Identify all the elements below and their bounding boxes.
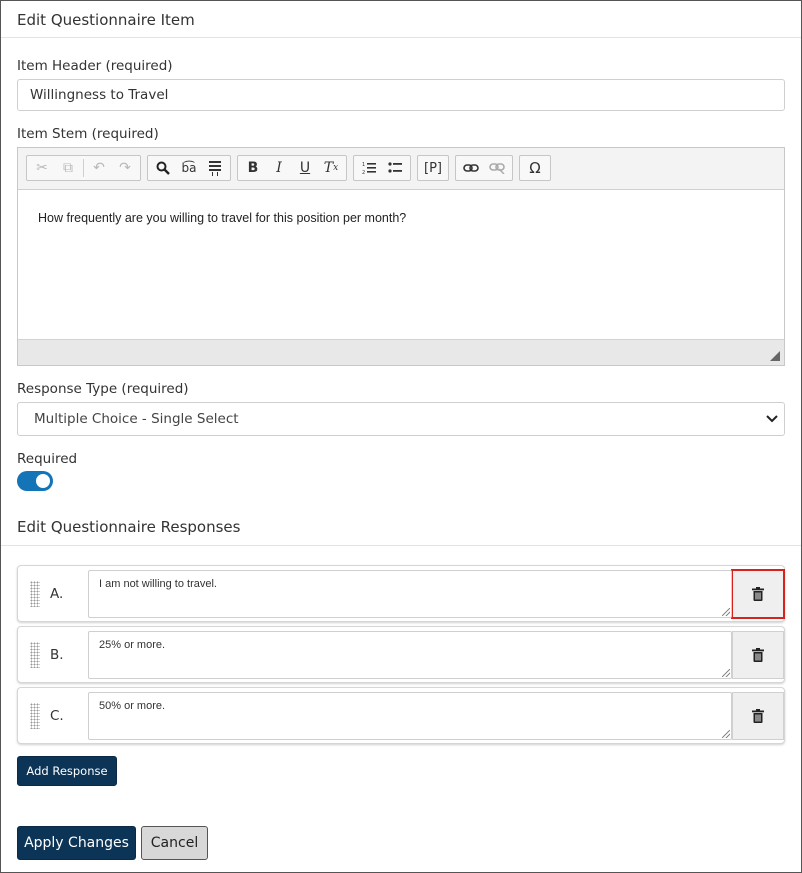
response-type-label: Response Type (required) (17, 381, 189, 397)
response-row: B. 25% or more. (17, 626, 785, 683)
responses-list: A. I am not willing to travel. B. 25% or… (1, 546, 801, 860)
response-row: C. 50% or more. (17, 687, 785, 744)
item-stem-label: Item Stem (required) (17, 126, 159, 142)
textarea-resize-icon[interactable] (722, 729, 730, 738)
link-icon[interactable] (458, 157, 484, 179)
chevron-down-icon (766, 411, 778, 427)
apply-changes-button[interactable]: Apply Changes (17, 826, 136, 860)
remove-format-icon[interactable]: Tx (318, 157, 344, 179)
response-text: 25% or more. (99, 638, 166, 651)
link-group (455, 155, 513, 181)
select-all-icon[interactable] (202, 157, 228, 179)
trash-icon (752, 586, 764, 601)
item-stem-editor: ✂ ⧉ ↶ ↷ b͡a B I U T x 1 2 [P] Ω How freq… (17, 147, 785, 366)
trash-icon (752, 647, 764, 662)
response-letter: A. (50, 585, 64, 602)
clipboard-group: ✂ ⧉ ↶ ↷ (26, 155, 141, 181)
italic-icon[interactable]: I (266, 157, 292, 179)
cancel-button[interactable]: Cancel (141, 826, 208, 860)
panel-title: Edit Questionnaire Item (17, 11, 195, 29)
response-type-value: Multiple Choice - Single Select (34, 411, 239, 427)
required-label: Required (17, 451, 78, 467)
response-letter: B. (50, 646, 64, 663)
drag-handle-icon[interactable] (30, 580, 40, 607)
item-header-label: Item Header (required) (17, 58, 173, 74)
paragraph-group: [P] (417, 155, 449, 181)
redo-icon[interactable]: ↷ (112, 157, 138, 179)
response-text-field[interactable]: 25% or more. (88, 630, 732, 679)
numbered-list-icon[interactable]: 12 (356, 157, 382, 179)
delete-response-button[interactable] (731, 568, 785, 619)
undo-icon[interactable]: ↶ (86, 157, 112, 179)
unlink-icon[interactable] (484, 157, 510, 179)
editor-toolbar: ✂ ⧉ ↶ ↷ b͡a B I U T x 1 2 [P] Ω (18, 148, 784, 190)
editing-group: b͡a (147, 155, 231, 181)
response-type-select[interactable]: Multiple Choice - Single Select (17, 402, 785, 436)
copy-icon[interactable]: ⧉ (55, 157, 81, 179)
responses-section-title: Edit Questionnaire Responses (17, 518, 241, 536)
list-group: 12 (353, 155, 411, 181)
item-stem-content[interactable]: How frequently are you willing to travel… (18, 190, 784, 340)
special-group: Ω (519, 155, 551, 181)
editor-status-bar (18, 339, 784, 365)
toggle-knob (36, 474, 50, 488)
delete-response-button[interactable] (732, 630, 784, 679)
find-icon[interactable] (150, 157, 176, 179)
response-letter: C. (50, 707, 64, 724)
format-group: B I U Tx (237, 155, 347, 181)
drag-handle-icon[interactable] (30, 702, 40, 729)
toolbar-separator (83, 159, 84, 177)
svg-text:2: 2 (362, 170, 365, 175)
drag-handle-icon[interactable] (30, 641, 40, 668)
underline-icon[interactable]: U (292, 157, 318, 179)
item-header-input[interactable]: Willingness to Travel (17, 79, 785, 111)
textarea-resize-icon[interactable] (722, 607, 730, 616)
response-text: I am not willing to travel. (99, 577, 217, 590)
svg-text:1: 1 (362, 162, 365, 168)
bulleted-list-icon[interactable] (382, 157, 408, 179)
cut-icon[interactable]: ✂ (29, 157, 55, 179)
trash-icon (752, 708, 764, 723)
response-row: A. I am not willing to travel. (17, 565, 785, 622)
textarea-resize-icon[interactable] (722, 668, 730, 677)
delete-response-button[interactable] (732, 691, 784, 740)
response-text-field[interactable]: 50% or more. (88, 691, 732, 740)
response-text-field[interactable]: I am not willing to travel. (88, 569, 732, 618)
edit-questionnaire-panel: Edit Questionnaire Item Item Header (req… (0, 0, 802, 873)
resize-handle-icon[interactable] (770, 351, 780, 361)
replace-icon[interactable]: b͡a (176, 157, 202, 179)
required-toggle[interactable] (17, 471, 53, 491)
paragraph-icon[interactable]: [P] (420, 157, 446, 179)
add-response-button[interactable]: Add Response (17, 756, 117, 786)
special-character-icon[interactable]: Ω (522, 157, 548, 179)
bold-icon[interactable]: B (240, 157, 266, 179)
response-text: 50% or more. (99, 699, 166, 712)
